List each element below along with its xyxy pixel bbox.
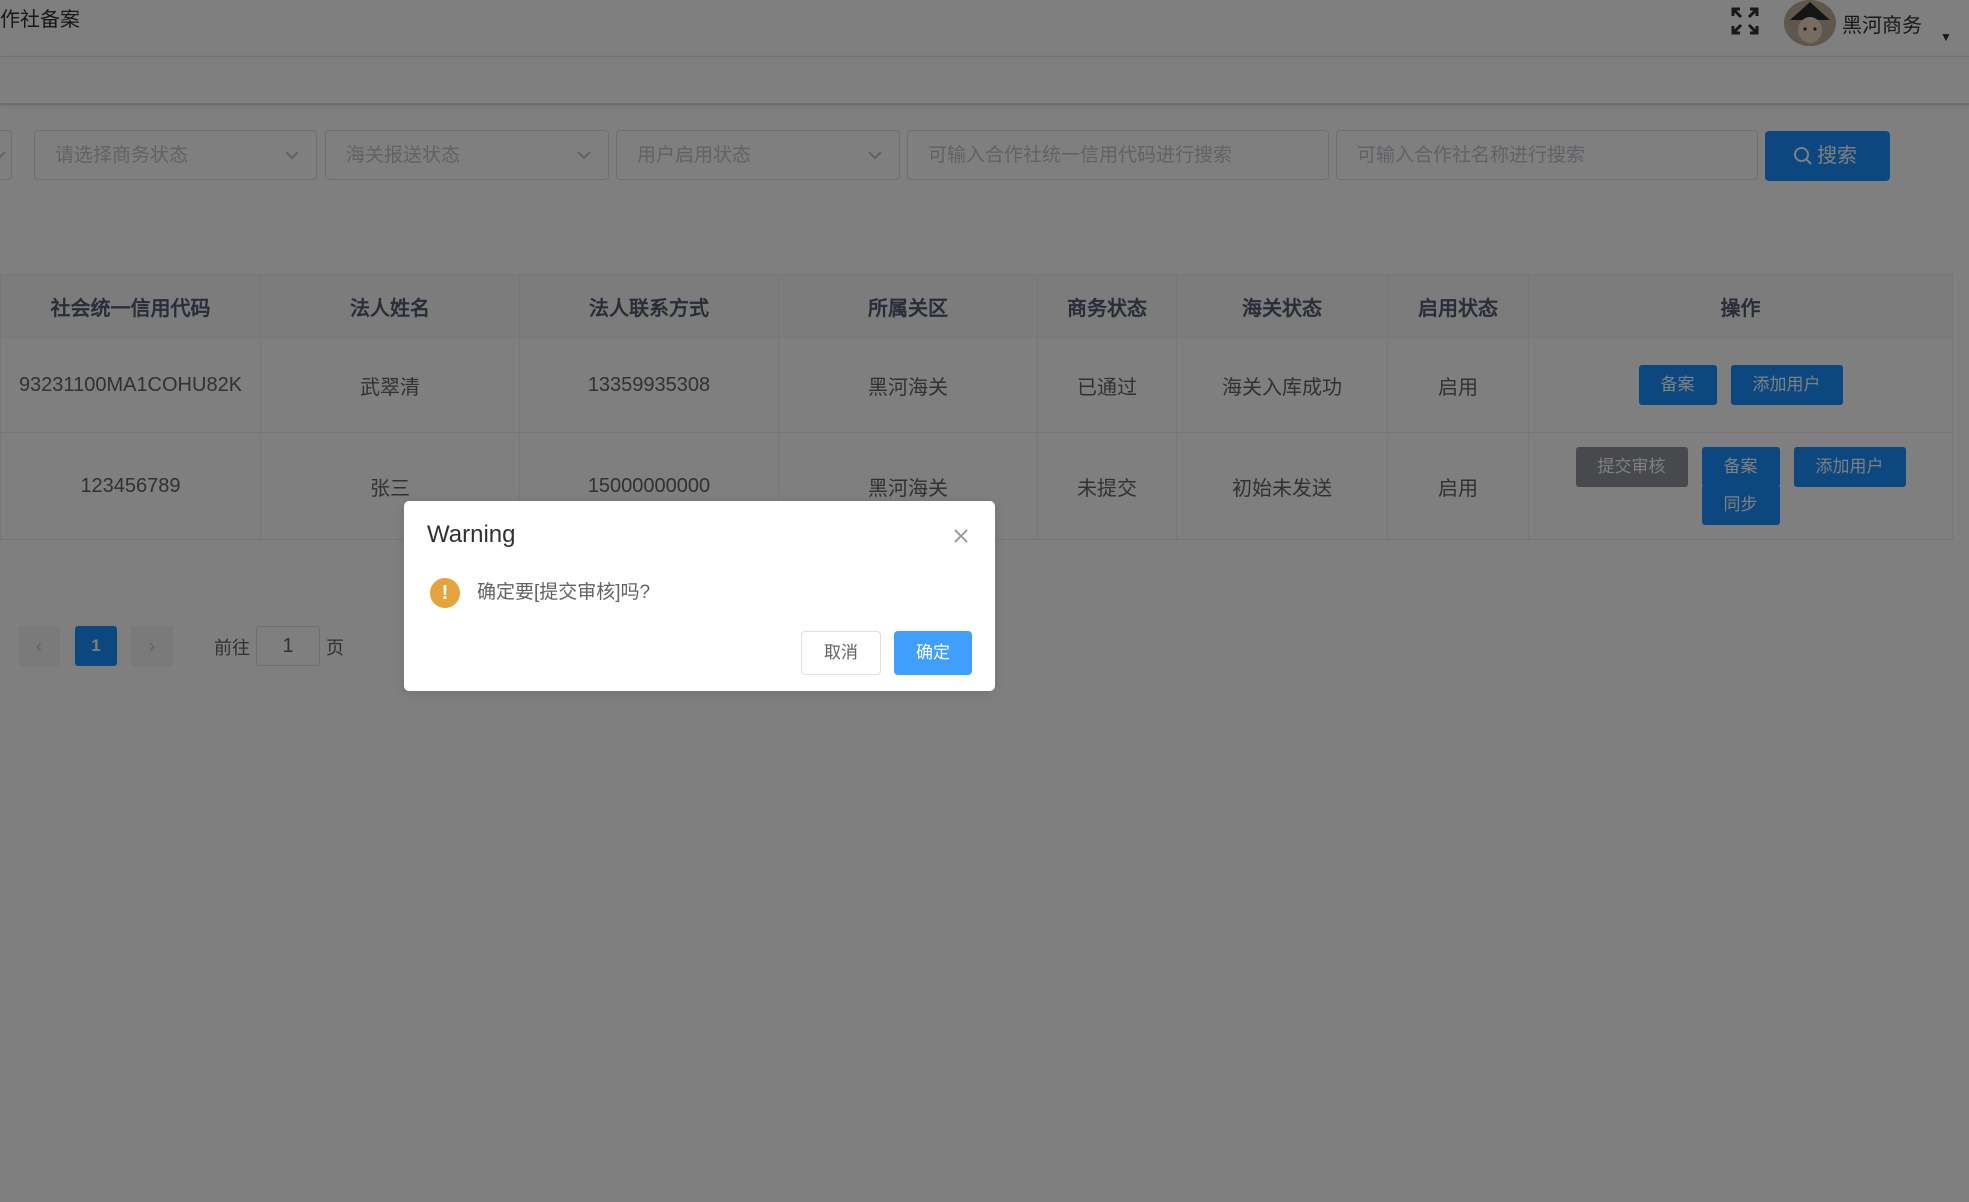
close-icon[interactable]: [952, 527, 970, 545]
warning-icon: !: [430, 578, 460, 608]
dialog-message: 确定要[提交审核]吗?: [477, 582, 651, 603]
page: 作社备案 黑河商务 ▼ 请选择商务状态: [0, 0, 1969, 1202]
warning-dialog: Warning ! 确定要[提交审核]吗? 取消 确定: [404, 501, 995, 691]
dialog-title: Warning: [427, 521, 516, 548]
cancel-button[interactable]: 取消: [801, 631, 881, 675]
confirm-button[interactable]: 确定: [894, 631, 972, 675]
